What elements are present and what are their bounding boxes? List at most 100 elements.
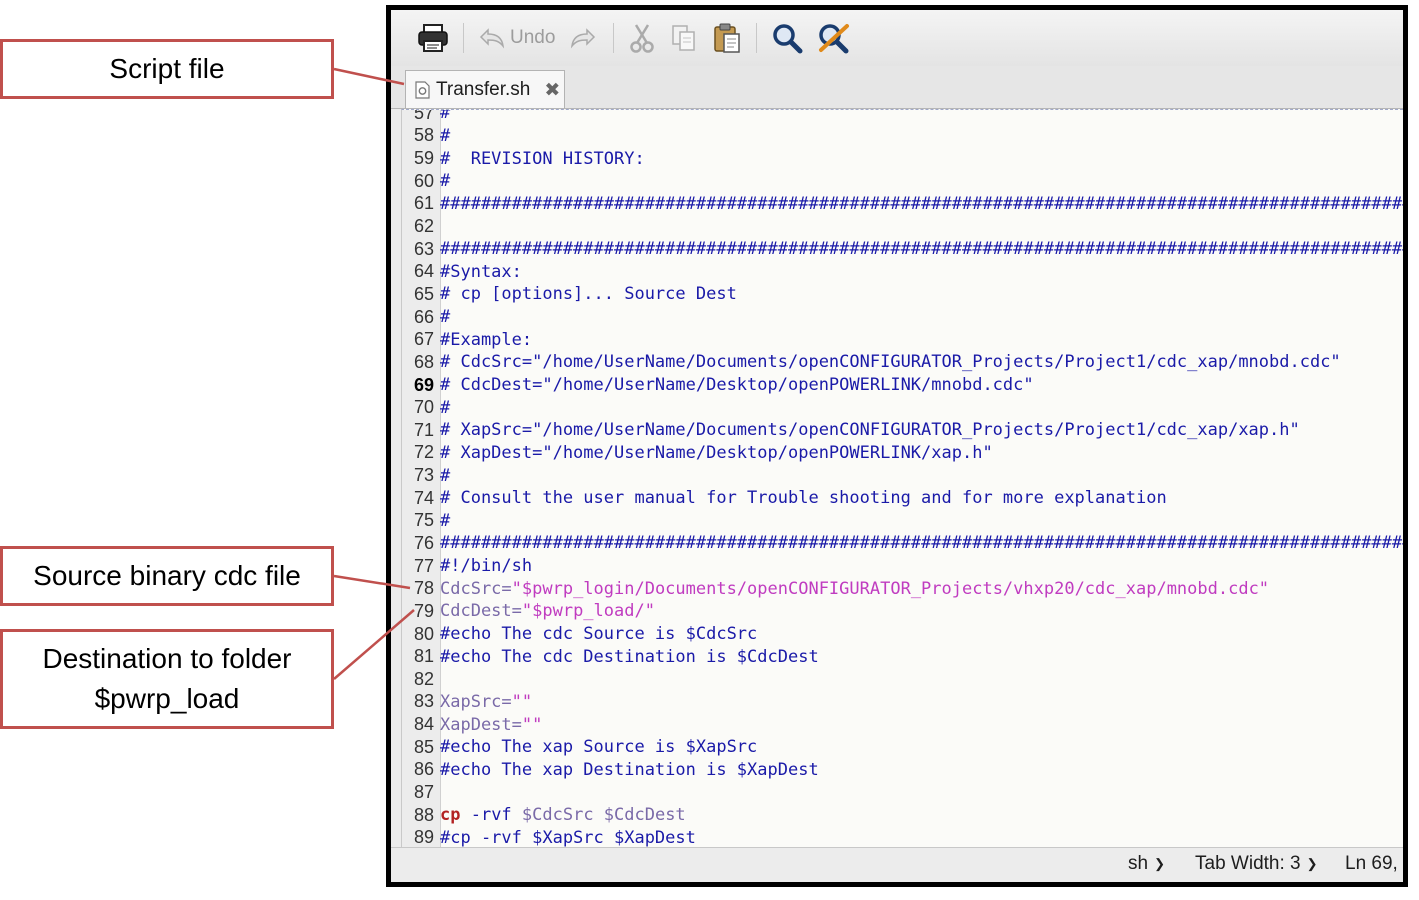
- line-number: 86: [413, 759, 434, 780]
- code-line[interactable]: 84 XapDest= "": [402, 713, 1403, 736]
- code-text: # cp [options]... Source Dest: [440, 284, 737, 305]
- code-text: # REVISION HISTORY:: [440, 148, 645, 169]
- code-line[interactable]: 81 #echo The cdc Destination is $CdcDest: [402, 645, 1403, 668]
- paste-button[interactable]: [712, 18, 742, 58]
- callout-source-binary: Source binary cdc file: [0, 546, 334, 606]
- code-line[interactable]: 76 ######################################…: [402, 532, 1403, 555]
- code-arguments: $CdcSrc $CdcDest: [521, 805, 686, 826]
- language-selector[interactable]: sh ❯: [1128, 853, 1165, 875]
- code-editor[interactable]: 57 #58 #59 # REVISION HISTORY: 60 #61 ########…: [401, 109, 1403, 854]
- line-number: 71: [413, 419, 434, 440]
- copy-button[interactable]: [670, 18, 698, 58]
- toolbar: Undo: [391, 10, 1403, 66]
- code-line[interactable]: 66 #: [402, 306, 1403, 329]
- chevron-down-icon: ❯: [1306, 856, 1318, 871]
- code-text: #!/bin/sh: [440, 556, 533, 577]
- line-number: 77: [413, 555, 434, 576]
- close-icon[interactable]: ✖: [544, 79, 560, 101]
- toolbar-separator: [463, 23, 464, 53]
- code-line[interactable]: 79 CdcDest= "$pwrp_load/": [402, 600, 1403, 623]
- code-variable: CdcDest=: [440, 601, 522, 622]
- script-file-icon: [415, 80, 430, 99]
- redo-button[interactable]: [569, 18, 599, 58]
- line-number: 75: [413, 510, 434, 531]
- tab-transfer-sh[interactable]: Transfer.sh ✖: [405, 70, 565, 108]
- code-line[interactable]: 62: [402, 215, 1403, 238]
- code-line[interactable]: 69 # CdcDest="/home/UserName/Desktop/open…: [402, 374, 1403, 397]
- code-text: # CdcSrc="/home/UserName/Documents/openC…: [440, 352, 1341, 373]
- code-line[interactable]: 88 cp -rvf $CdcSrc $CdcDest: [402, 804, 1403, 827]
- line-number: 62: [413, 216, 434, 237]
- undo-button[interactable]: Undo: [478, 18, 555, 58]
- callout-destination: Destination to folder $pwrp_load: [0, 629, 334, 729]
- code-line[interactable]: 60 #: [402, 170, 1403, 193]
- print-button[interactable]: [417, 18, 449, 58]
- code-line[interactable]: 70 #: [402, 396, 1403, 419]
- code-line[interactable]: 80 #echo The cdc Source is $CdcSrc: [402, 623, 1403, 646]
- code-variable: CdcSrc=: [440, 578, 512, 599]
- code-string: "": [521, 714, 543, 735]
- cut-icon: [630, 24, 655, 53]
- code-line[interactable]: 59 # REVISION HISTORY:: [402, 147, 1403, 170]
- code-text: ########################################…: [440, 533, 1403, 554]
- code-line[interactable]: 85 #echo The xap Source is $XapSrc: [402, 736, 1403, 759]
- undo-label: Undo: [510, 27, 556, 48]
- line-number: 78: [413, 578, 434, 599]
- code-text: ########################################…: [440, 239, 1403, 260]
- find-replace-button[interactable]: [817, 18, 851, 58]
- code-line[interactable]: 74 # Consult the user manual for Trouble …: [402, 487, 1403, 510]
- code-line[interactable]: 64 #Syntax:: [402, 260, 1403, 283]
- find-icon: [773, 24, 803, 54]
- line-number: 84: [413, 714, 434, 735]
- line-number: 79: [413, 600, 434, 621]
- code-line[interactable]: 73 #: [402, 464, 1403, 487]
- callout-script-file: Script file: [0, 39, 334, 99]
- code-line[interactable]: 83 XapSrc= "": [402, 691, 1403, 714]
- code-text: #: [440, 171, 451, 192]
- line-number: 58: [413, 125, 434, 146]
- line-number: 72: [413, 442, 434, 463]
- line-number: 63: [413, 238, 434, 259]
- code-line[interactable]: 75 #: [402, 510, 1403, 533]
- cut-button[interactable]: [628, 18, 656, 58]
- code-text: #: [440, 125, 451, 146]
- code-line[interactable]: 68 # CdcSrc="/home/UserName/Documents/ope…: [402, 351, 1403, 374]
- code-line[interactable]: 58 #: [402, 125, 1403, 148]
- code-line[interactable]: 78 CdcSrc= "$pwrp_login/Documents/openCONF…: [402, 577, 1403, 600]
- code-line[interactable]: 67 #Example:: [402, 328, 1403, 351]
- code-text: # XapSrc="/home/UserName/Documents/openC…: [440, 420, 1300, 441]
- code-line[interactable]: 89 #cp -rvf $XapSrc $XapDest: [402, 827, 1403, 850]
- code-line[interactable]: 63 ######################################…: [402, 238, 1403, 261]
- code-text: -rvf: [460, 805, 522, 826]
- code-text: #: [440, 109, 451, 124]
- code-line[interactable]: 61 ######################################…: [402, 193, 1403, 216]
- code-lines: 57 #58 #59 # REVISION HISTORY: 60 #61 ########…: [402, 109, 1403, 850]
- cursor-position: Ln 69,: [1345, 853, 1398, 875]
- find-button[interactable]: [771, 18, 803, 58]
- line-number: 65: [413, 283, 434, 304]
- code-line[interactable]: 77 #!/bin/sh: [402, 555, 1403, 578]
- code-line[interactable]: 71 # XapSrc="/home/UserName/Documents/ope…: [402, 419, 1403, 442]
- line-number: 82: [413, 668, 434, 689]
- code-line[interactable]: 72 # XapDest="/home/UserName/Desktop/open…: [402, 442, 1403, 465]
- callout-source-binary-text: Source binary cdc file: [33, 560, 301, 591]
- code-line[interactable]: 65 # cp [options]... Source Dest: [402, 283, 1403, 306]
- tab-width-selector[interactable]: Tab Width: 3 ❯: [1195, 853, 1318, 875]
- status-bar: sh ❯ Tab Width: 3 ❯ Ln 69,: [391, 847, 1403, 882]
- code-text: #Example:: [440, 329, 533, 350]
- line-number: 61: [413, 193, 434, 214]
- line-number: 76: [413, 532, 434, 553]
- code-line[interactable]: 57 #: [402, 109, 1403, 125]
- code-text: # CdcDest="/home/UserName/Desktop/openPO…: [440, 375, 1034, 395]
- undo-icon: [479, 28, 505, 49]
- line-number: 59: [413, 148, 434, 169]
- code-line[interactable]: 82: [402, 668, 1403, 691]
- code-line[interactable]: 86 #echo The xap Destination is $XapDest: [402, 759, 1403, 782]
- code-text: #echo The xap Source is $XapSrc: [440, 737, 758, 758]
- code-string: "": [511, 691, 533, 712]
- code-line[interactable]: 87: [402, 781, 1403, 804]
- line-number: 89: [413, 827, 434, 848]
- cursor-position-label: Ln 69,: [1345, 853, 1398, 874]
- code-text: #Syntax:: [440, 261, 522, 282]
- line-number: 80: [413, 623, 434, 644]
